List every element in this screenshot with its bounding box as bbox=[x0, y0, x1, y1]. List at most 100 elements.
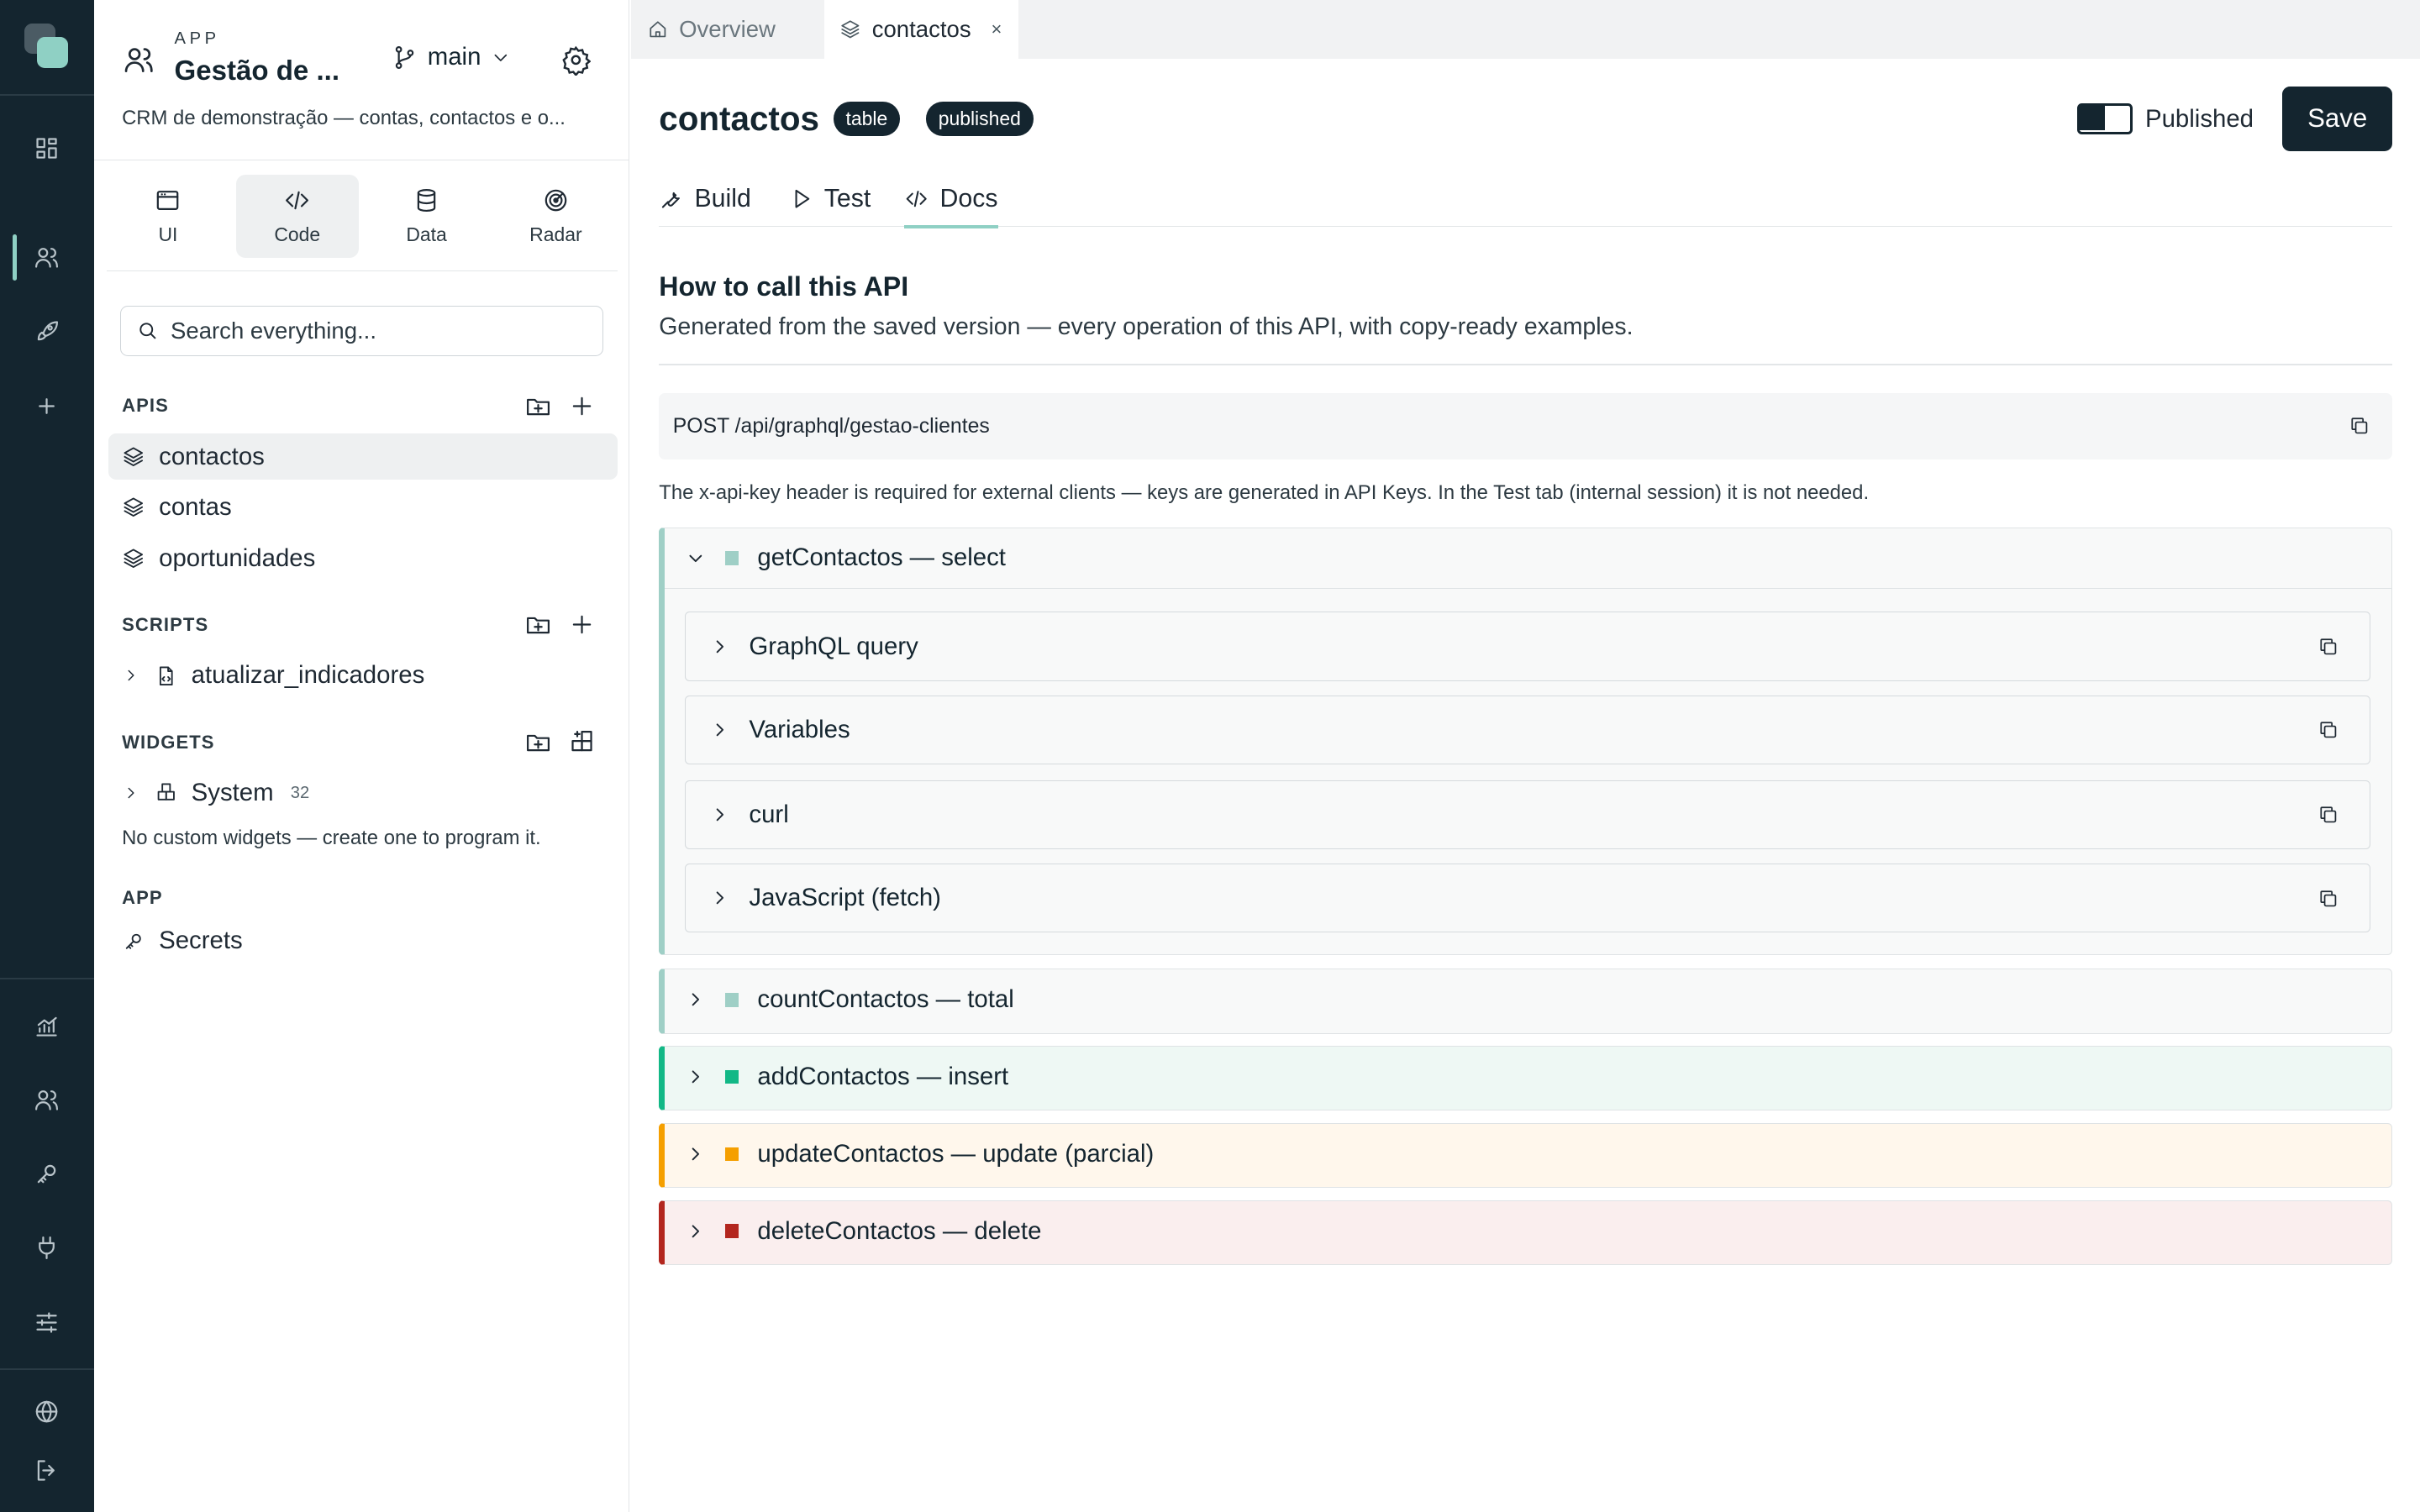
chevron-right-icon bbox=[716, 808, 723, 822]
docs-heading: How to call this API bbox=[659, 271, 909, 302]
widget-count-badge: 32 bbox=[290, 783, 310, 802]
search-input[interactable] bbox=[171, 317, 587, 344]
operation-color-square bbox=[724, 1069, 739, 1084]
app-users-icon bbox=[122, 43, 155, 76]
widget-group-label: System bbox=[191, 779, 274, 807]
panel-variables[interactable]: Variables bbox=[685, 695, 2370, 765]
users-icon[interactable] bbox=[28, 239, 65, 276]
gear-icon[interactable] bbox=[560, 45, 592, 77]
analytics-icon[interactable] bbox=[28, 1007, 65, 1044]
tab-build[interactable]: Build bbox=[659, 176, 751, 222]
api-item-contas[interactable]: contas bbox=[108, 485, 618, 531]
operation-update[interactable]: updateContactos — update (parcial) bbox=[659, 1123, 2392, 1189]
mode-label: UI bbox=[158, 223, 178, 245]
panel-curl[interactable]: curl bbox=[685, 780, 2370, 850]
section-header-app: APP bbox=[122, 887, 163, 909]
branch-selector[interactable]: main bbox=[391, 43, 512, 71]
chevron-down-icon bbox=[494, 54, 508, 61]
section-header-apis: APIS bbox=[122, 395, 169, 417]
tab-overview[interactable]: Overview bbox=[631, 0, 823, 59]
close-icon[interactable]: × bbox=[991, 18, 1002, 40]
mode-label: Code bbox=[274, 223, 321, 245]
tab-docs[interactable]: Docs bbox=[904, 176, 998, 228]
copy-icon[interactable] bbox=[2317, 887, 2339, 909]
operation-header[interactable]: countContactos — total bbox=[665, 969, 2391, 1030]
chevron-down-icon bbox=[689, 554, 702, 562]
operation-count[interactable]: countContactos — total bbox=[659, 969, 2392, 1034]
add-script-icon[interactable] bbox=[568, 611, 596, 638]
key-icon bbox=[125, 933, 141, 949]
sub-tabs: Build Test Docs bbox=[659, 170, 2392, 228]
script-item-label: atualizar_indicadores bbox=[191, 661, 425, 690]
mode-code[interactable]: Code bbox=[235, 174, 359, 258]
globe-icon[interactable] bbox=[28, 1394, 65, 1431]
settings-sliders-icon[interactable] bbox=[28, 1304, 65, 1341]
copy-icon[interactable] bbox=[2349, 415, 2370, 437]
search-box[interactable] bbox=[120, 305, 604, 357]
copy-icon[interactable] bbox=[2317, 636, 2339, 658]
operation-add[interactable]: addContactos — insert bbox=[659, 1046, 2392, 1111]
add-api-icon[interactable] bbox=[568, 392, 596, 420]
save-button[interactable]: Save bbox=[2282, 86, 2392, 151]
add-widget-icon[interactable] bbox=[568, 728, 596, 756]
copy-icon[interactable] bbox=[2317, 804, 2339, 826]
operation-header[interactable]: addContactos — insert bbox=[665, 1047, 2391, 1107]
api-item-oportunidades[interactable]: oportunidades bbox=[108, 535, 618, 581]
widgets-icon bbox=[157, 783, 175, 801]
copy-icon[interactable] bbox=[2317, 719, 2339, 741]
published-toggle-label: Published bbox=[2145, 104, 2254, 133]
operation-label: deleteContactos — delete bbox=[757, 1216, 1042, 1245]
operation-header[interactable]: updateContactos — update (parcial) bbox=[665, 1124, 2391, 1184]
new-folder-icon[interactable] bbox=[524, 611, 552, 638]
panel-javascript-fetch[interactable]: JavaScript (fetch) bbox=[685, 863, 2370, 933]
layers-icon bbox=[124, 447, 144, 466]
icon-rail bbox=[0, 0, 95, 1512]
docs-subheading: Generated from the saved version — every… bbox=[659, 312, 1634, 340]
panel-graphql-query[interactable]: GraphQL query bbox=[685, 612, 2370, 681]
logo[interactable] bbox=[24, 23, 71, 70]
main-panel: Overview contactos × contactos table pub… bbox=[631, 0, 2420, 1512]
widget-group-system[interactable]: System 32 bbox=[108, 770, 618, 816]
layers-icon bbox=[124, 498, 144, 517]
rocket-icon[interactable] bbox=[28, 313, 65, 350]
team-icon[interactable] bbox=[28, 1082, 65, 1119]
panel-label: Variables bbox=[749, 715, 850, 743]
operation-delete[interactable]: deleteContactos — delete bbox=[659, 1200, 2392, 1266]
rail-divider bbox=[0, 1368, 95, 1370]
logout-icon[interactable] bbox=[28, 1452, 65, 1488]
new-folder-icon[interactable] bbox=[524, 728, 552, 756]
code-icon bbox=[286, 191, 309, 209]
page-title: contactos bbox=[659, 98, 820, 138]
mode-label: Radar bbox=[529, 223, 582, 245]
app-title[interactable]: Gestão de ... bbox=[175, 55, 340, 87]
panel-label: curl bbox=[749, 800, 789, 828]
key-icon[interactable] bbox=[28, 1156, 65, 1193]
plug-icon[interactable] bbox=[28, 1230, 65, 1267]
operation-header[interactable]: getContactos — select bbox=[665, 528, 2391, 589]
tab-contactos[interactable]: contactos × bbox=[823, 0, 1019, 59]
app-item-secrets[interactable]: Secrets bbox=[108, 918, 618, 964]
published-toggle[interactable] bbox=[2077, 103, 2133, 134]
add-icon[interactable] bbox=[28, 387, 65, 424]
mode-ui[interactable]: UI bbox=[107, 175, 229, 258]
operation-header[interactable]: deleteContactos — delete bbox=[665, 1201, 2391, 1262]
mode-switcher: UI Code Data Radar bbox=[106, 160, 618, 272]
api-item-contactos[interactable]: contactos bbox=[108, 433, 618, 480]
mode-data[interactable]: Data bbox=[365, 175, 487, 258]
script-item-atualizar-indicadores[interactable]: atualizar_indicadores bbox=[108, 653, 618, 699]
code-icon bbox=[906, 191, 928, 207]
new-folder-icon[interactable] bbox=[524, 392, 552, 420]
app-header: APP Gestão de ... main CRM de demonstraç… bbox=[94, 0, 630, 161]
tab-label: Docs bbox=[939, 184, 998, 213]
chevron-right-icon bbox=[716, 723, 723, 737]
dashboard-icon[interactable] bbox=[28, 129, 65, 166]
chevron-right-icon bbox=[692, 1225, 700, 1238]
mode-radar[interactable]: Radar bbox=[494, 175, 617, 258]
branch-icon bbox=[395, 45, 413, 69]
rail-active-indicator bbox=[12, 234, 18, 281]
operation-label: addContactos — insert bbox=[757, 1063, 1009, 1091]
app-item-label: Secrets bbox=[159, 927, 243, 955]
tab-test[interactable]: Test bbox=[789, 176, 871, 222]
chevron-right-icon bbox=[692, 1147, 700, 1161]
search-icon bbox=[139, 323, 156, 339]
